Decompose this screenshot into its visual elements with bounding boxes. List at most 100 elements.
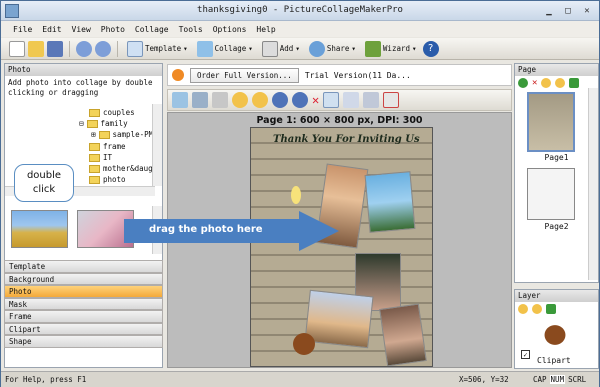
tree-item-it[interactable]: IT <box>89 153 112 162</box>
tab-template[interactable]: Template <box>4 260 163 273</box>
layer-down-icon[interactable] <box>532 304 542 314</box>
page-thumb-1[interactable] <box>527 92 575 152</box>
page-label-2: Page2 <box>544 222 569 231</box>
help-icon[interactable]: ? <box>422 40 439 57</box>
tab-photo[interactable]: Photo <box>4 285 163 298</box>
save-icon[interactable] <box>47 40 63 57</box>
menu-edit[interactable]: Edit <box>42 25 61 34</box>
undo-icon[interactable] <box>76 40 92 57</box>
tree-item-frame[interactable]: frame <box>89 142 126 151</box>
layer-order-icon[interactable] <box>363 92 380 108</box>
tree-item-mother[interactable]: mother&daugh <box>89 164 157 173</box>
photo-thumb-1[interactable] <box>11 210 68 248</box>
title-bar: thanksgiving0 - PictureCollageMakerPro ▁… <box>1 1 599 21</box>
minimize-icon[interactable]: ▁ <box>541 4 557 18</box>
delete-page-icon[interactable]: ✕ <box>532 78 537 88</box>
share-icon <box>308 40 325 57</box>
refresh-icon[interactable] <box>569 78 580 88</box>
collage-photo-5[interactable] <box>379 303 427 366</box>
redo-arrow-icon[interactable] <box>272 92 288 108</box>
redo-icon[interactable] <box>95 40 111 57</box>
double-click-callout: double click <box>14 164 74 202</box>
collage-button[interactable]: Collage ▾ <box>194 40 256 57</box>
tab-mask[interactable]: Mask <box>4 297 163 310</box>
edit-toolbar: ✕ <box>167 89 512 111</box>
info-icon <box>172 69 184 81</box>
collage-icon <box>196 40 213 57</box>
tab-clipart[interactable]: Clipart <box>4 322 163 335</box>
layer-panel: Layer ✓ Clipart <box>514 289 599 369</box>
menu-tools[interactable]: Tools <box>179 25 203 34</box>
collage-photo-2[interactable] <box>364 171 416 233</box>
folder-label: frame <box>103 142 126 151</box>
tree-item-sample[interactable]: ⊞ sample-PM <box>91 130 153 139</box>
replace-icon[interactable] <box>192 92 208 108</box>
tree-item-family[interactable]: ⊟ family <box>79 119 128 128</box>
scrl-indicator: SCRL <box>568 375 587 384</box>
candle-clipart[interactable] <box>291 186 301 204</box>
wizard-button[interactable]: Wizard ▾ <box>362 40 420 57</box>
layer-refresh-icon[interactable] <box>546 304 556 314</box>
folder-icon <box>86 119 98 128</box>
folder-icon <box>89 153 100 162</box>
expand-icon[interactable]: ⊞ <box>91 130 96 139</box>
tab-shape[interactable]: Shape <box>4 335 163 348</box>
align-icon[interactable] <box>323 92 340 108</box>
new-icon[interactable] <box>9 40 25 57</box>
delete-icon[interactable]: ✕ <box>312 93 319 107</box>
collage-title: Thank You For Inviting Us <box>273 134 420 145</box>
layer-thumb[interactable] <box>537 318 573 352</box>
tree-item-couples[interactable]: couples <box>89 108 135 117</box>
collage-photo-4[interactable] <box>304 289 374 349</box>
layer-up-icon[interactable] <box>518 304 528 314</box>
turkey-clipart[interactable] <box>293 333 315 355</box>
page-panel: Page ✕ Page1 Page2 <box>514 63 599 283</box>
share-button[interactable]: Share ▾ <box>306 40 359 57</box>
move-down-icon[interactable] <box>555 78 566 88</box>
folder-label: family <box>100 119 128 128</box>
clear-icon[interactable] <box>383 92 400 108</box>
wizard-label: Wizard <box>382 44 411 53</box>
callout-text: double click <box>26 170 62 195</box>
move-up-icon[interactable] <box>541 78 552 88</box>
template-button[interactable]: Template ▾ <box>124 40 191 57</box>
status-coords: X=506, Y=32 <box>459 375 509 384</box>
add-icon <box>261 40 278 57</box>
cap-indicator: CAP <box>533 375 547 384</box>
add-page-icon[interactable] <box>518 78 528 88</box>
page-scrollbar[interactable] <box>588 88 598 280</box>
rotate-right-icon[interactable] <box>252 92 268 108</box>
close-icon[interactable]: ✕ <box>579 4 595 18</box>
drag-hint-text: drag the photo here <box>149 224 263 235</box>
arrange-icon[interactable] <box>343 92 360 108</box>
order-full-version-button[interactable]: Order Full Version... <box>190 67 299 83</box>
trial-text: Trial Version(11 Da... <box>304 70 411 80</box>
page-thumb-2[interactable] <box>527 168 575 220</box>
rotate-left-icon[interactable] <box>232 92 248 108</box>
folder-icon <box>98 130 110 139</box>
share-label: Share <box>326 44 350 53</box>
menu-photo[interactable]: Photo <box>101 25 125 34</box>
layer-visibility-checkbox[interactable]: ✓ <box>521 350 530 359</box>
trial-notice-bar: Order Full Version... Trial Version(11 D… <box>167 64 512 86</box>
menu-bar: File Edit View Photo Collage Tools Optio… <box>1 21 599 37</box>
crop-icon[interactable] <box>172 92 188 108</box>
maximize-icon[interactable]: □ <box>560 4 576 18</box>
tree-scrollbar[interactable] <box>152 104 162 186</box>
menu-options[interactable]: Options <box>213 25 247 34</box>
undo-arrow-icon[interactable] <box>292 92 308 108</box>
tree-item-photo[interactable]: photo <box>89 175 126 184</box>
folder-label: IT <box>103 153 113 162</box>
add-button[interactable]: Add ▾ <box>259 40 303 57</box>
open-folder-icon[interactable] <box>28 40 44 57</box>
menu-collage[interactable]: Collage <box>135 25 169 34</box>
collapse-icon[interactable]: ⊟ <box>79 119 84 128</box>
remove-image-icon[interactable] <box>212 92 228 108</box>
menu-help[interactable]: Help <box>256 25 275 34</box>
menu-view[interactable]: View <box>72 25 91 34</box>
menu-file[interactable]: File <box>13 25 32 34</box>
tab-frame[interactable]: Frame <box>4 310 163 323</box>
status-help: For Help, press F1 <box>5 375 87 384</box>
folder-label: photo <box>103 175 126 184</box>
tab-background[interactable]: Background <box>4 272 163 285</box>
